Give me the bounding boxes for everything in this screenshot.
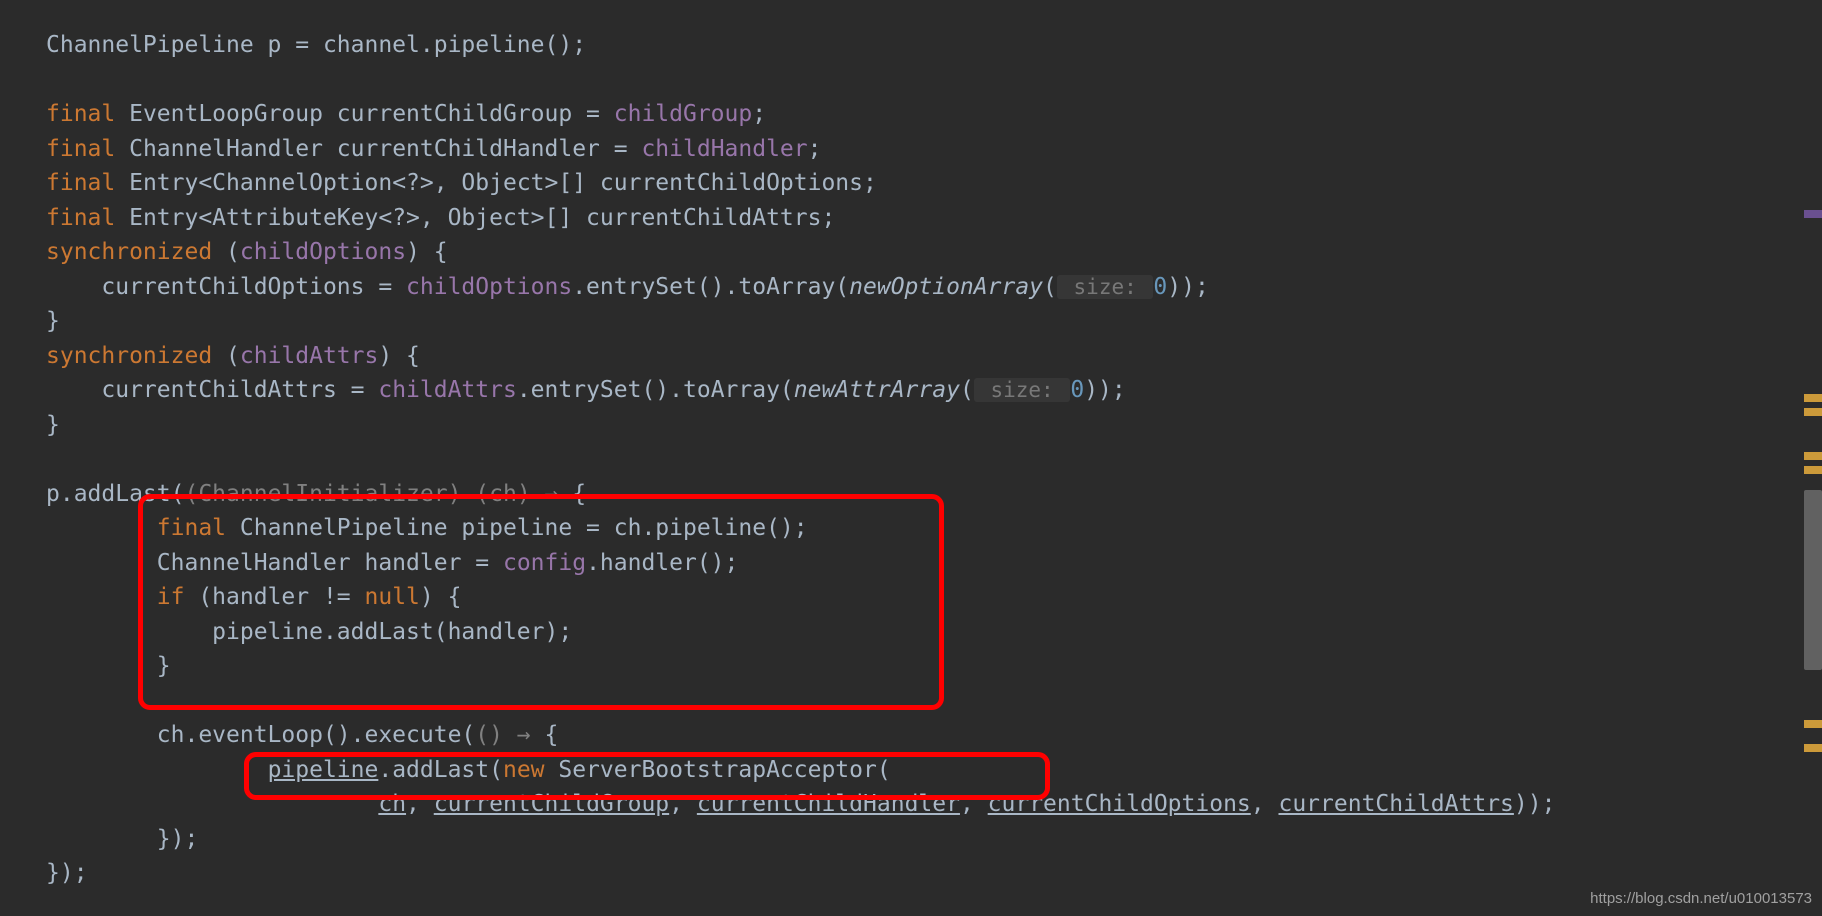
gutter-marker[interactable]: [1804, 720, 1822, 728]
code-line: final ChannelPipeline pipeline = ch.pipe…: [46, 511, 1822, 546]
code-editor[interactable]: ChannelPipeline p = channel.pipeline(); …: [0, 0, 1822, 891]
code-line: final ChannelHandler currentChildHandler…: [46, 132, 1822, 167]
code-line: currentChildOptions = childOptions.entry…: [46, 270, 1822, 305]
code-line: });: [46, 822, 1822, 857]
gutter-marker[interactable]: [1804, 466, 1822, 474]
watermark-text: https://blog.csdn.net/u010013573: [1590, 888, 1812, 911]
code-line: }: [46, 649, 1822, 684]
code-line: ChannelHandler handler = config.handler(…: [46, 546, 1822, 581]
inline-hint: size:: [974, 378, 1071, 402]
code-line: final EventLoopGroup currentChildGroup =…: [46, 97, 1822, 132]
gutter-marker[interactable]: [1804, 744, 1822, 752]
code-line: final Entry<AttributeKey<?>, Object>[] c…: [46, 201, 1822, 236]
code-line: }: [46, 408, 1822, 443]
inline-hint: size:: [1057, 275, 1154, 299]
gutter-marker[interactable]: [1804, 394, 1822, 402]
code-line: ch.eventLoop().execute(() → {: [46, 718, 1822, 753]
code-line: pipeline.addLast(handler);: [46, 615, 1822, 650]
scrollbar-thumb[interactable]: [1804, 490, 1822, 670]
code-line: }: [46, 304, 1822, 339]
code-line: pipeline.addLast(new ServerBootstrapAcce…: [46, 753, 1822, 788]
code-line: synchronized (childAttrs) {: [46, 339, 1822, 374]
gutter-marker[interactable]: [1804, 210, 1822, 218]
code-line: ch, currentChildGroup, currentChildHandl…: [46, 787, 1822, 822]
code-line: });: [46, 856, 1822, 891]
code-line: final Entry<ChannelOption<?>, Object>[] …: [46, 166, 1822, 201]
gutter-marker[interactable]: [1804, 408, 1822, 416]
code-line: [46, 684, 1822, 719]
code-line: currentChildAttrs = childAttrs.entrySet(…: [46, 373, 1822, 408]
code-line: if (handler != null) {: [46, 580, 1822, 615]
code-line: ChannelPipeline p = channel.pipeline();: [46, 28, 1822, 63]
gutter-marker[interactable]: [1804, 452, 1822, 460]
scrollbar-gutter[interactable]: [1804, 210, 1822, 758]
code-line: [46, 442, 1822, 477]
code-line: [46, 63, 1822, 98]
code-line: p.addLast((ChannelInitializer) (ch) → {: [46, 477, 1822, 512]
code-line: synchronized (childOptions) {: [46, 235, 1822, 270]
